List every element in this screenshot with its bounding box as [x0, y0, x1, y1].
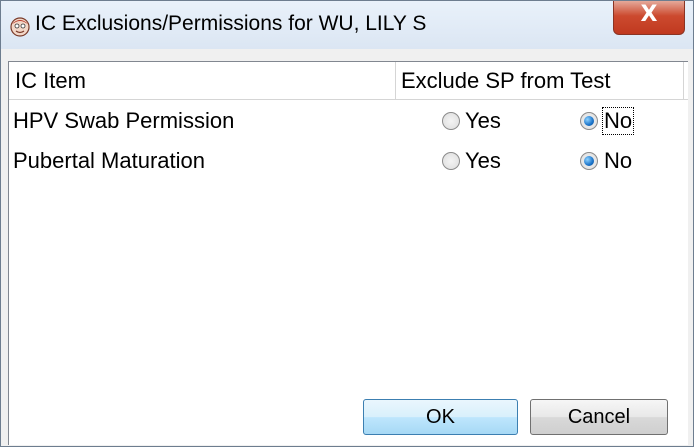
- yes-radio-label[interactable]: Yes: [465, 101, 501, 141]
- list-row: Pubertal Maturation Yes No: [9, 141, 688, 181]
- ic-item-label: HPV Swab Permission: [13, 108, 235, 133]
- no-radio-label[interactable]: No: [604, 141, 632, 181]
- column-header-exclude[interactable]: Exclude SP from Test: [396, 62, 684, 99]
- title-bar[interactable]: IC Exclusions/Permissions for WU, LILY S…: [1, 1, 693, 49]
- exclusions-list[interactable]: IC Item Exclude SP from Test HPV Swab Pe…: [8, 61, 688, 445]
- column-header-ic-item[interactable]: IC Item: [9, 62, 396, 99]
- window-title: IC Exclusions/Permissions for WU, LILY S: [35, 12, 427, 35]
- dialog-window: IC Exclusions/Permissions for WU, LILY S…: [0, 0, 694, 447]
- dialog-client-area: IC Item Exclude SP from Test HPV Swab Pe…: [8, 53, 688, 445]
- cancel-button[interactable]: Cancel: [530, 399, 668, 435]
- yes-radio[interactable]: [442, 152, 460, 170]
- no-radio[interactable]: [580, 112, 598, 130]
- ic-item-label: Pubertal Maturation: [13, 148, 205, 173]
- list-row: HPV Swab Permission Yes No: [9, 101, 688, 141]
- no-radio-label[interactable]: No: [601, 107, 635, 135]
- yes-radio[interactable]: [442, 112, 460, 130]
- close-button[interactable]: X: [613, 1, 685, 35]
- ok-button[interactable]: OK: [363, 399, 518, 435]
- close-icon: X: [640, 2, 658, 27]
- yes-radio-label[interactable]: Yes: [465, 141, 501, 181]
- list-header: IC Item Exclude SP from Test: [9, 62, 688, 100]
- app-icon: [10, 17, 30, 37]
- no-radio[interactable]: [580, 152, 598, 170]
